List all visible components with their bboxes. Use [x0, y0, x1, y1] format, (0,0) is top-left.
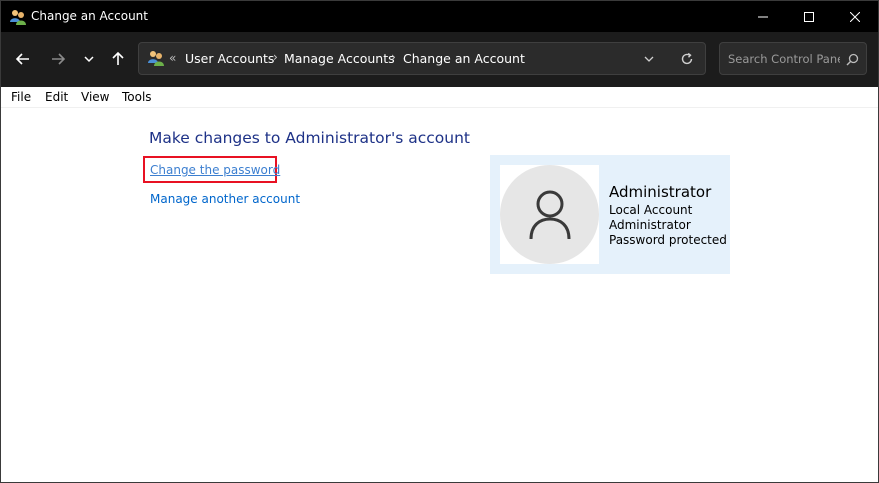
- account-role: Administrator: [609, 218, 691, 232]
- maximize-button[interactable]: [786, 1, 832, 32]
- search-icon: [846, 53, 858, 65]
- user-accounts-icon: [10, 10, 26, 25]
- search-box[interactable]: [719, 42, 867, 75]
- manage-another-account-link[interactable]: Manage another account: [150, 192, 300, 206]
- minimize-icon: [758, 16, 768, 17]
- close-button[interactable]: [832, 1, 878, 32]
- account-name: Administrator: [609, 183, 712, 201]
- refresh-button[interactable]: [678, 50, 696, 68]
- account-password-status: Password protected: [609, 233, 727, 247]
- menu-file[interactable]: File: [11, 90, 31, 104]
- address-dropdown-button[interactable]: [641, 51, 657, 67]
- avatar: [500, 165, 599, 264]
- arrow-right-icon: [52, 53, 66, 65]
- address-bar[interactable]: « User Accounts › Manage Accounts › Chan…: [138, 42, 706, 75]
- up-button[interactable]: [107, 48, 129, 70]
- breadcrumb-overflow[interactable]: «: [169, 51, 176, 65]
- close-icon: [850, 11, 860, 22]
- breadcrumb-change-account[interactable]: Change an Account: [403, 51, 525, 66]
- minimize-button[interactable]: [740, 1, 786, 32]
- search-input[interactable]: [728, 51, 840, 67]
- user-accounts-icon: [148, 51, 164, 66]
- menu-view[interactable]: View: [81, 90, 109, 104]
- search-button[interactable]: [844, 51, 860, 67]
- main-content: Make changes to Administrator's account …: [1, 108, 878, 482]
- chevron-down-icon: [644, 56, 654, 62]
- breadcrumb-user-accounts[interactable]: User Accounts: [185, 51, 274, 66]
- window-title: Change an Account: [31, 9, 148, 23]
- menu-tools[interactable]: Tools: [122, 90, 152, 104]
- menu-bar: File Edit View Tools: [1, 87, 878, 108]
- avatar-frame: [500, 165, 599, 264]
- arrow-up-icon: [112, 51, 124, 65]
- back-button[interactable]: [12, 48, 34, 70]
- maximize-icon: [804, 11, 814, 22]
- account-type: Local Account: [609, 203, 693, 217]
- breadcrumb-separator-icon: ›: [273, 50, 278, 64]
- user-icon: [529, 190, 570, 239]
- chevron-down-icon: [84, 56, 94, 63]
- menu-edit[interactable]: Edit: [45, 90, 68, 104]
- recent-locations-button[interactable]: [78, 48, 100, 70]
- title-bar[interactable]: Change an Account: [1, 1, 878, 32]
- window: Change an Account « User Accounts › Mana…: [0, 0, 879, 483]
- change-password-link[interactable]: Change the password: [150, 163, 280, 177]
- arrow-left-icon: [15, 53, 29, 65]
- navigation-bar: « User Accounts › Manage Accounts › Chan…: [1, 32, 878, 87]
- page-title: Make changes to Administrator's account: [149, 129, 470, 147]
- forward-button[interactable]: [47, 48, 69, 70]
- refresh-icon: [681, 52, 693, 65]
- account-card: Administrator Local Account Administrato…: [490, 155, 730, 274]
- breadcrumb-separator-icon: ›: [391, 50, 396, 64]
- breadcrumb-manage-accounts[interactable]: Manage Accounts: [284, 51, 395, 66]
